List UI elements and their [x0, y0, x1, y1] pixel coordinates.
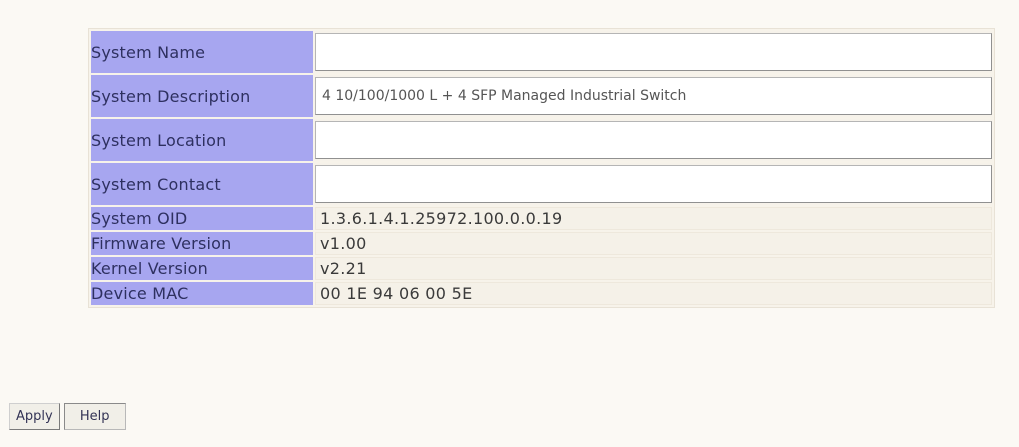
system-description-input[interactable]	[315, 77, 992, 115]
system-name-input[interactable]	[315, 33, 992, 71]
kernel-version-cell: v2.21	[315, 257, 992, 280]
system-contact-label: System Contact	[91, 163, 313, 205]
system-info-table: System Name System Description System Lo…	[88, 28, 995, 308]
system-description-cell	[315, 75, 992, 117]
device-mac-row: Device MAC 00 1E 94 06 00 5E	[91, 282, 992, 305]
system-contact-row: System Contact	[91, 163, 992, 205]
system-location-input[interactable]	[315, 121, 992, 159]
system-info-panel: System Name System Description System Lo…	[88, 28, 995, 308]
firmware-version-label: Firmware Version	[91, 232, 313, 255]
system-location-label: System Location	[91, 119, 313, 161]
system-oid-value: 1.3.6.1.4.1.25972.100.0.0.19	[315, 207, 992, 230]
kernel-version-value: v2.21	[315, 257, 992, 280]
firmware-version-value: v1.00	[315, 232, 992, 255]
firmware-version-row: Firmware Version v1.00	[91, 232, 992, 255]
device-mac-label: Device MAC	[91, 282, 313, 305]
system-name-row: System Name	[91, 31, 992, 73]
system-oid-cell: 1.3.6.1.4.1.25972.100.0.0.19	[315, 207, 992, 230]
device-mac-cell: 00 1E 94 06 00 5E	[315, 282, 992, 305]
system-oid-label: System OID	[91, 207, 313, 230]
system-oid-row: System OID 1.3.6.1.4.1.25972.100.0.0.19	[91, 207, 992, 230]
system-contact-cell	[315, 163, 992, 205]
system-description-row: System Description	[91, 75, 992, 117]
kernel-version-label: Kernel Version	[91, 257, 313, 280]
system-contact-input[interactable]	[315, 165, 992, 203]
system-description-label: System Description	[91, 75, 313, 117]
apply-button[interactable]: Apply	[9, 403, 60, 430]
system-name-cell	[315, 31, 992, 73]
system-name-label: System Name	[91, 31, 313, 73]
kernel-version-row: Kernel Version v2.21	[91, 257, 992, 280]
help-button[interactable]: Help	[63, 403, 126, 430]
system-location-cell	[315, 119, 992, 161]
button-bar: Apply Help	[9, 403, 126, 430]
firmware-version-cell: v1.00	[315, 232, 992, 255]
system-location-row: System Location	[91, 119, 992, 161]
device-mac-value: 00 1E 94 06 00 5E	[315, 282, 992, 305]
